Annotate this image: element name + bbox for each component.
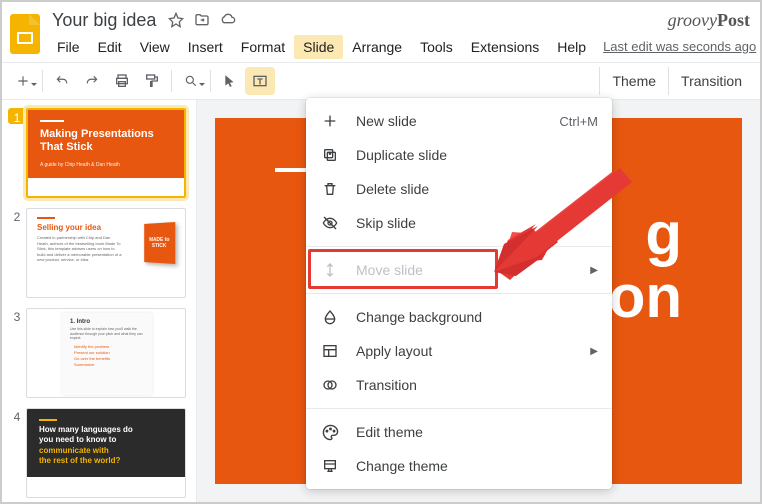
menu-delete-slide[interactable]: Delete slide — [306, 172, 612, 206]
last-edit-link[interactable]: Last edit was seconds ago — [603, 39, 756, 54]
thumb-number: 1 — [8, 108, 26, 124]
thumbnail-3[interactable]: 3 1. Intro Use this slide to explain how… — [8, 308, 190, 398]
menu-arrange[interactable]: Arrange — [343, 35, 411, 59]
thumb-number: 2 — [8, 208, 26, 298]
slide-panel: 1 Making Presentations That Stick A guid… — [2, 100, 197, 502]
redo-button[interactable] — [77, 67, 107, 95]
thumbnail-2[interactable]: 2 Selling your idea Created in partnersh… — [8, 208, 190, 298]
thumb2-book: MADE to STICK — [144, 222, 175, 264]
transition-button[interactable]: Transition — [668, 67, 754, 95]
thumb2-text: Created in partnership with Chip and Dan… — [37, 235, 122, 263]
zoom-button[interactable] — [176, 67, 206, 95]
layout-icon — [320, 341, 340, 361]
new-slide-button[interactable] — [8, 67, 38, 95]
thumb-number: 4 — [8, 408, 26, 498]
thumbnail-4[interactable]: 4 How many languages do you need to know… — [8, 408, 190, 498]
thumb4-text: How many languages do you need to know t… — [39, 425, 139, 467]
slide-menu-dropdown: New slide Ctrl+M Duplicate slide Delete … — [306, 98, 612, 489]
menu-skip-slide[interactable]: Skip slide — [306, 206, 612, 240]
menu-tools[interactable]: Tools — [411, 35, 462, 59]
transition-icon — [320, 375, 340, 395]
thumb1-sub: A guide by Chip Heath & Dan Heath — [40, 162, 172, 168]
menu-bar: File Edit View Insert Format Slide Arran… — [48, 33, 756, 61]
textbox-tool[interactable] — [245, 67, 275, 95]
eye-off-icon — [320, 213, 340, 233]
menu-new-slide[interactable]: New slide Ctrl+M — [306, 104, 612, 138]
duplicate-icon — [320, 145, 340, 165]
menu-duplicate-slide[interactable]: Duplicate slide — [306, 138, 612, 172]
paint-format-button[interactable] — [137, 67, 167, 95]
slides-logo[interactable] — [10, 14, 40, 54]
plus-icon — [320, 111, 340, 131]
move-icon — [320, 260, 340, 280]
thumb1-title: Making Presentations That Stick — [40, 128, 172, 154]
document-title[interactable]: Your big idea — [48, 8, 160, 33]
droplet-icon — [320, 307, 340, 327]
menu-apply-layout[interactable]: Apply layout ▶ — [306, 334, 612, 368]
menu-change-background[interactable]: Change background — [306, 300, 612, 334]
submenu-arrow-icon: ▶ — [590, 346, 598, 357]
menu-slide[interactable]: Slide — [294, 35, 343, 59]
watermark-post: Post — [717, 10, 750, 30]
print-button[interactable] — [107, 67, 137, 95]
menu-format[interactable]: Format — [232, 35, 294, 59]
menu-insert[interactable]: Insert — [179, 35, 232, 59]
undo-button[interactable] — [47, 67, 77, 95]
menu-file[interactable]: File — [48, 35, 89, 59]
menu-transition[interactable]: Transition — [306, 368, 612, 402]
shortcut-label: Ctrl+M — [559, 114, 598, 129]
move-to-folder-icon[interactable] — [192, 10, 212, 30]
menu-edit-theme[interactable]: Edit theme — [306, 415, 612, 449]
watermark-pre: groovy — [668, 10, 717, 30]
thumb3-title: 1. Intro — [70, 319, 144, 325]
submenu-arrow-icon: ▶ — [590, 265, 598, 276]
theme-icon — [320, 456, 340, 476]
select-tool[interactable] — [215, 67, 245, 95]
trash-icon — [320, 179, 340, 199]
menu-view[interactable]: View — [131, 35, 179, 59]
header: Your big idea File Edit View Insert Form… — [2, 2, 760, 62]
theme-button[interactable]: Theme — [599, 67, 668, 95]
menu-move-slide: Move slide ▶ — [306, 253, 612, 287]
menu-change-theme[interactable]: Change theme — [306, 449, 612, 483]
thumb3-text: Use this slide to explain how you'll wal… — [70, 327, 144, 341]
menu-edit[interactable]: Edit — [89, 35, 131, 59]
cloud-status-icon[interactable] — [218, 10, 238, 30]
menu-help[interactable]: Help — [548, 35, 595, 59]
thumb-number: 3 — [8, 308, 26, 398]
menu-extensions[interactable]: Extensions — [462, 35, 548, 59]
thumbnail-1[interactable]: 1 Making Presentations That Stick A guid… — [8, 108, 190, 198]
star-icon[interactable] — [166, 10, 186, 30]
palette-icon — [320, 422, 340, 442]
toolbar: Theme Transition — [2, 62, 760, 100]
